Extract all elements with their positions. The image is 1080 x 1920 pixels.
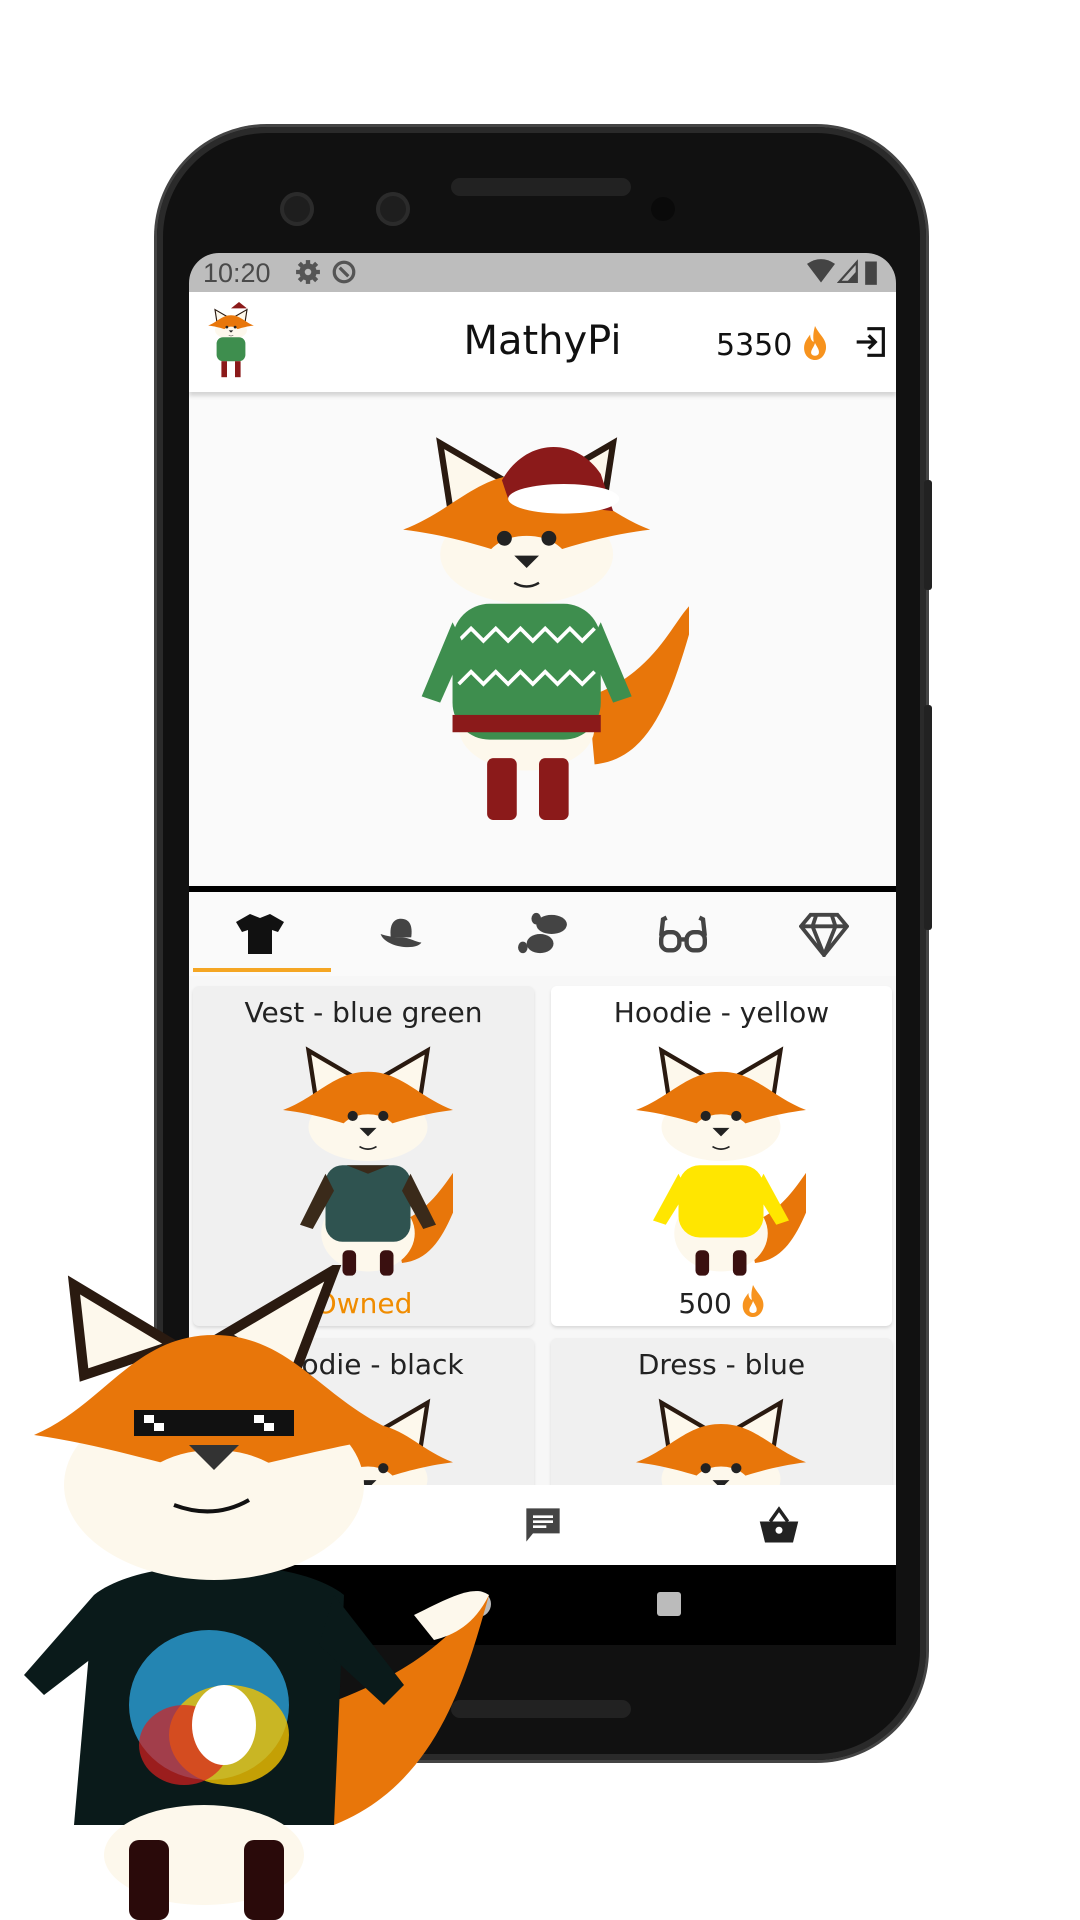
status-time: 10:20 [203,258,271,288]
volume-button [924,480,932,590]
item-price: 500 [551,1285,892,1320]
proximity-sensor [651,197,675,221]
basket-icon [759,1506,798,1543]
diamond-icon [798,912,849,957]
shirt-icon [235,914,284,954]
app-bar: MathyPi 5350 [189,292,896,392]
footprints-icon [517,912,567,954]
fox-avatar-christmas-sweater [389,437,689,820]
signal-icon [837,259,858,283]
logout-icon[interactable] [853,326,887,358]
item-name: Hoodie - yellow [613,996,830,1029]
coin-balance: 5350 [716,326,828,363]
recents-system-button[interactable] [657,1592,681,1616]
tab-clothes[interactable] [189,892,330,976]
flame-icon [803,326,826,360]
nav-shop[interactable] [661,1485,896,1565]
item-name: Dress - blue [637,1348,806,1381]
tab-shoes[interactable] [471,892,612,976]
battery-icon [865,261,877,285]
earpiece [451,178,631,196]
sensor [376,192,410,226]
tab-glasses[interactable] [612,892,753,976]
item-name: Vest - blue green [244,996,483,1029]
fox-hoodie-yellow-preview [636,1046,806,1276]
coin-count: 5350 [716,328,793,363]
item-card[interactable]: Dress - blue [551,1338,892,1485]
glasses-icon [658,915,707,953]
status-bar: 10:20 [189,253,896,292]
item-card[interactable]: Hoodie - yellow 500 [551,986,892,1326]
gear-icon [296,260,320,284]
hat-icon [380,918,421,948]
sync-icon [332,260,356,284]
avatar-preview [189,392,896,886]
category-tabs [189,892,896,976]
selected-tab-indicator [193,968,331,972]
mascot-fox-sunglasses [24,1265,489,1920]
fox-dress-blue-preview [636,1398,806,1485]
tab-hats[interactable] [330,892,471,976]
item-price-value: 500 [678,1287,732,1320]
front-camera [280,192,314,226]
chat-icon [525,1508,560,1542]
flame-icon [742,1285,764,1317]
wifi-icon [807,259,835,283]
tab-jewelry[interactable] [753,892,894,976]
fox-vest-preview [283,1046,453,1276]
power-button [924,705,932,930]
